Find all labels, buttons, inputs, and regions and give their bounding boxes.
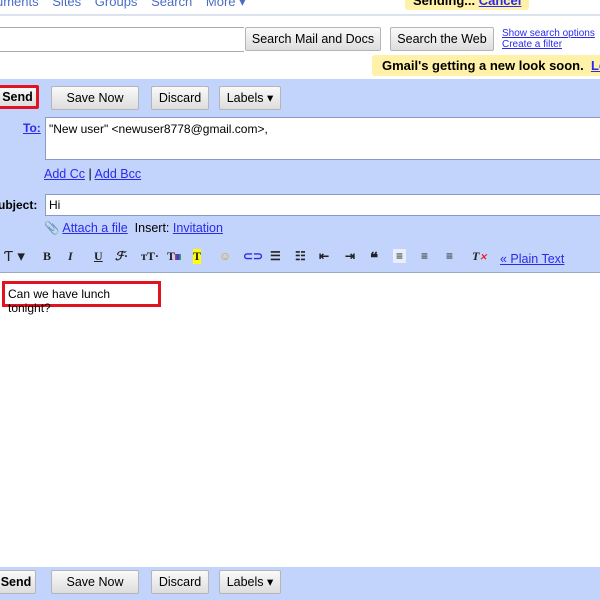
attach-row: 📎 Attach a file Insert: Invitation	[44, 221, 223, 236]
font-size-icon[interactable]: тT·	[141, 249, 159, 264]
add-bcc-link[interactable]: Add Bcc	[95, 167, 142, 181]
nav-documents[interactable]: uments	[0, 0, 39, 9]
text-color-icon[interactable]: T	[167, 249, 182, 264]
message-text: Can we have lunch tonight?	[2, 281, 161, 315]
quote-icon[interactable]: ❝	[370, 249, 378, 267]
numbered-list-icon[interactable]: ☰	[270, 249, 281, 263]
to-label-link[interactable]: To:	[23, 121, 41, 135]
underline-icon[interactable]: U	[94, 249, 103, 264]
bullet-list-icon[interactable]: ☷	[295, 249, 306, 263]
align-left-icon[interactable]: ≡	[393, 249, 407, 263]
bold-icon[interactable]: B	[43, 249, 51, 264]
insert-label: Insert:	[134, 221, 170, 235]
discard-button-bottom[interactable]: Discard	[151, 570, 209, 594]
font-icon[interactable]: Ƭ ▾	[4, 247, 25, 265]
nav-sites[interactable]: Sites	[52, 0, 81, 9]
attach-file-link[interactable]: Attach a file	[62, 221, 127, 235]
top-nav: uments Sites Groups Search More ▾	[0, 0, 256, 10]
cc-bcc-links: Add Cc | Add Bcc	[44, 167, 141, 181]
nav-groups[interactable]: Groups	[95, 0, 138, 9]
banner-link[interactable]: Le	[591, 58, 600, 73]
separator: |	[88, 167, 92, 181]
search-input[interactable]	[0, 27, 244, 52]
create-filter-link[interactable]: Create a filter	[502, 39, 562, 50]
outdent-icon[interactable]: ⇤	[319, 249, 329, 263]
show-search-options-link[interactable]: Show search options	[502, 28, 595, 39]
search-web-button[interactable]: Search the Web	[390, 27, 494, 51]
link-icon[interactable]: ⊂⊃	[243, 249, 263, 263]
labels-dropdown[interactable]: Labels ▾	[219, 86, 281, 110]
search-mail-button[interactable]: Search Mail and Docs	[245, 27, 381, 51]
emoticon-icon[interactable]: ☺	[219, 249, 231, 263]
to-field[interactable]: "New user" <newuser8778@gmail.com>,	[45, 117, 600, 160]
italic-icon[interactable]: I	[68, 249, 73, 264]
divider	[0, 14, 600, 16]
save-now-button-bottom[interactable]: Save Now	[51, 570, 139, 594]
align-center-icon[interactable]: ≡	[421, 249, 428, 263]
search-links: Show search options Create a filter	[502, 28, 595, 50]
align-right-icon[interactable]: ≡	[446, 249, 453, 263]
discard-button[interactable]: Discard	[151, 86, 209, 110]
send-button[interactable]: Send	[0, 85, 39, 109]
banner-text: Gmail's getting a new look soon.	[382, 58, 584, 73]
message-body[interactable]	[0, 272, 600, 565]
indent-icon[interactable]: ⇥	[345, 249, 355, 263]
plain-text-link[interactable]: « Plain Text	[500, 252, 564, 266]
new-look-banner: Gmail's getting a new look soon. Le	[372, 55, 600, 76]
add-cc-link[interactable]: Add Cc	[44, 167, 85, 181]
status-text: Sending...	[413, 0, 476, 8]
save-now-button[interactable]: Save Now	[51, 86, 139, 110]
send-button-bottom[interactable]: Send	[0, 570, 36, 594]
font-family-icon[interactable]: ℱ·	[115, 249, 127, 264]
cancel-link[interactable]: Cancel	[479, 0, 522, 8]
nav-more[interactable]: More ▾	[206, 0, 246, 9]
labels-dropdown-bottom[interactable]: Labels ▾	[219, 570, 281, 594]
sending-status: Sending... Cancel	[405, 0, 530, 10]
invitation-link[interactable]: Invitation	[173, 221, 223, 235]
highlight-icon[interactable]: T	[193, 249, 202, 264]
subject-label: Subject:	[0, 198, 38, 212]
paperclip-icon: 📎	[44, 221, 60, 235]
subject-field[interactable]: Hi	[45, 194, 600, 216]
nav-search[interactable]: Search	[151, 0, 192, 9]
remove-formatting-icon[interactable]: T✕	[472, 249, 487, 264]
